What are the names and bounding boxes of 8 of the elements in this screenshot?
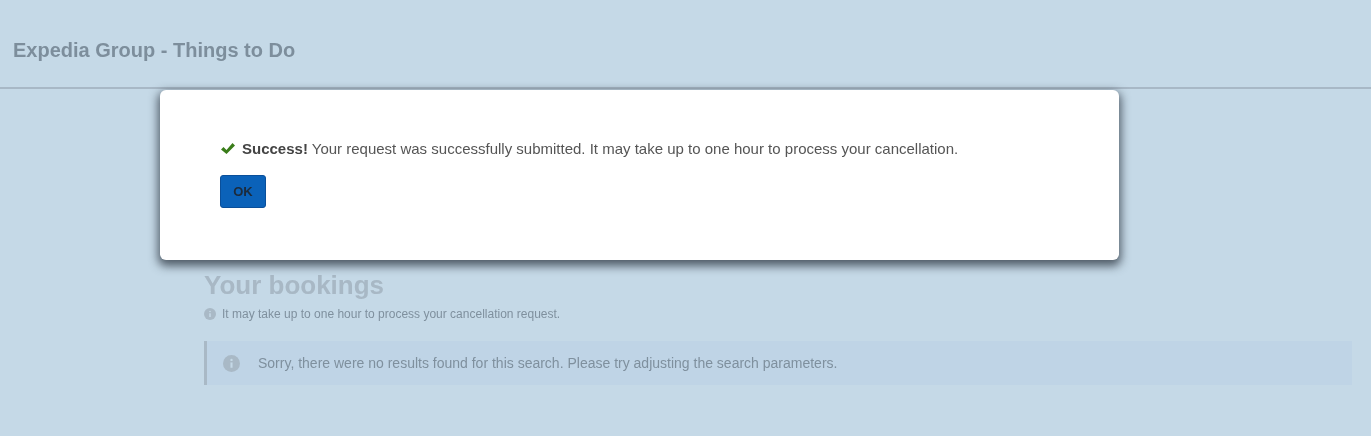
ok-button[interactable]: OK [220,175,266,208]
info-icon [223,354,240,372]
info-note: It may take up to one hour to process your cancellation request. [222,307,561,321]
site-title: Expedia Group - Things to Do [12,38,297,62]
alert-message: Sorry, there were no results found for this search. Please try adjusting the search parameters. [258,355,838,371]
info-icon [204,308,216,320]
checkmark-icon [220,141,236,156]
success-message: Success! Your request was successfully submitted. It may take up to one hour to process your cancellation. [242,140,959,157]
